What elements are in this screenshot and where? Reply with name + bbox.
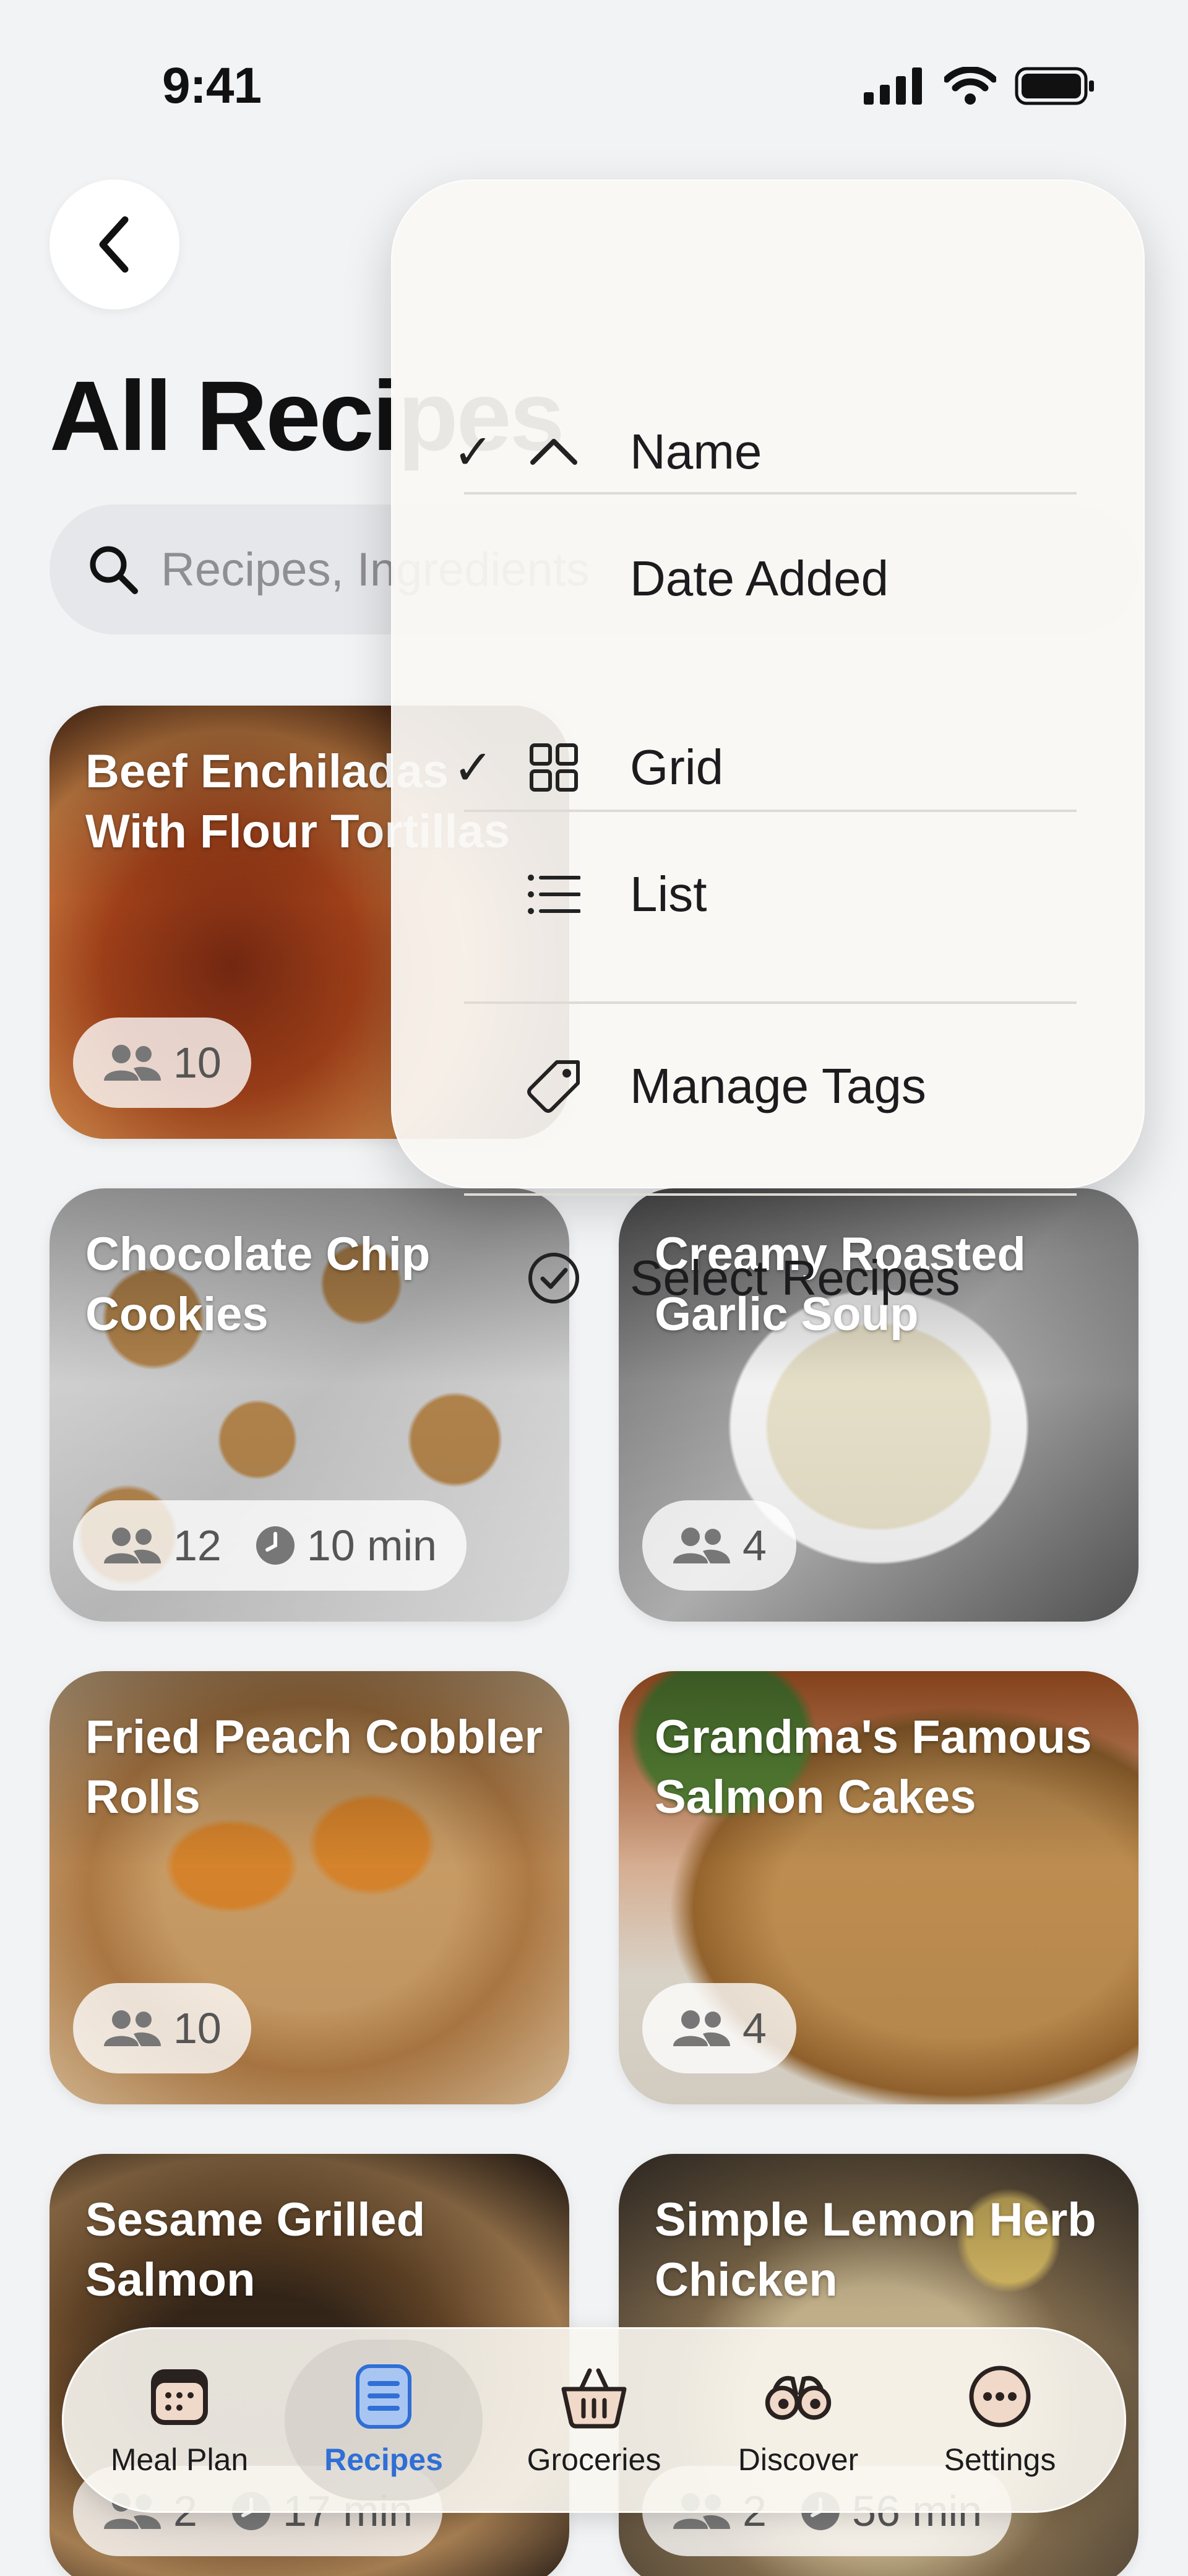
search-icon [90, 546, 138, 594]
recipe-title: Sesame Grilled Salmon [85, 2193, 426, 2307]
menu-label: Select Recipes [630, 1250, 960, 1305]
people-icon [104, 1045, 161, 1081]
tab-label: Recipes [324, 2442, 443, 2477]
options-menu: ✓ Name Date Added ✓ Grid List Manage Tag… [391, 179, 1145, 1305]
ellipsis-circle-icon [966, 2362, 1034, 2431]
binoculars-icon [764, 2362, 832, 2431]
chevron-left-icon [99, 216, 129, 273]
list-icon [526, 867, 582, 922]
tab-recipes[interactable]: Recipes [285, 2340, 483, 2500]
calendar-icon [145, 2362, 213, 2431]
menu-divider [464, 1001, 1077, 1004]
status-bar: 9:41 [0, 0, 1188, 173]
basket-icon [560, 2362, 628, 2431]
tab-meal-plan[interactable]: Meal Plan [80, 2340, 278, 2500]
cook-time: 10 min [306, 1521, 437, 1570]
tab-label: Groceries [527, 2442, 661, 2477]
menu-label: List [630, 867, 707, 922]
menu-item-select-recipes[interactable]: Select Recipes [391, 1222, 1145, 1334]
tab-bar: Meal Plan Recipes Groceries Discover Set… [62, 2327, 1126, 2513]
menu-item-view-list[interactable]: List [391, 839, 1145, 950]
people-icon [673, 2010, 730, 2046]
grid-icon [526, 740, 582, 795]
servings-count: 4 [742, 1521, 767, 1570]
servings-count: 4 [742, 2004, 767, 2052]
recipe-meta: 4 [642, 1500, 796, 1591]
menu-item-sort-date[interactable]: Date Added [391, 523, 1145, 634]
wifi-icon [944, 67, 996, 105]
chevron-up-icon [526, 424, 582, 480]
tab-label: Meal Plan [110, 2442, 249, 2477]
tab-settings[interactable]: Settings [901, 2340, 1099, 2500]
menu-divider [464, 1193, 1077, 1196]
people-icon [673, 1528, 730, 1563]
tab-groceries[interactable]: Groceries [495, 2340, 693, 2500]
recipe-card[interactable]: Grandma's Famous Salmon Cakes 4 [619, 1671, 1138, 2104]
clock-icon [256, 1526, 295, 1565]
tab-label: Discover [738, 2442, 859, 2477]
menu-label: Manage Tags [630, 1058, 926, 1113]
recipe-book-icon [350, 2362, 418, 2431]
recipe-meta: 12 10 min [73, 1500, 467, 1591]
tag-icon [526, 1058, 582, 1114]
menu-item-view-grid[interactable]: ✓ Grid [391, 712, 1145, 823]
signal-icon [864, 67, 922, 105]
recipe-title: Grandma's Famous Salmon Cakes [655, 1711, 1092, 1824]
menu-divider [464, 810, 1077, 812]
tab-label: Settings [944, 2442, 1056, 2477]
recipe-title: Fried Peach Cobbler Rolls [85, 1711, 543, 1824]
checkmark-circle-icon [526, 1250, 582, 1306]
recipe-meta: 10 [73, 1018, 251, 1108]
menu-divider [464, 492, 1077, 495]
menu-item-manage-tags[interactable]: Manage Tags [391, 1031, 1145, 1142]
menu-label: Grid [630, 740, 724, 795]
servings-count: 10 [173, 2004, 222, 2052]
people-icon [104, 1528, 161, 1563]
servings-count: 12 [173, 1521, 222, 1570]
battery-icon [1015, 67, 1094, 105]
menu-label: Date Added [630, 551, 889, 606]
status-time: 9:41 [162, 58, 262, 114]
status-icons [864, 67, 1095, 105]
checkmark-icon: ✓ [453, 740, 494, 795]
back-button[interactable] [50, 179, 179, 309]
checkmark-icon: ✓ [453, 424, 494, 479]
recipe-title: Simple Lemon Herb Chicken [655, 2193, 1096, 2307]
menu-label: Name [630, 424, 762, 479]
recipe-meta: 4 [642, 1983, 796, 2073]
servings-count: 10 [173, 1039, 222, 1087]
menu-item-sort-name[interactable]: ✓ Name [391, 396, 1145, 508]
recipe-meta: 10 [73, 1983, 251, 2073]
tab-discover[interactable]: Discover [699, 2340, 897, 2500]
people-icon [104, 2010, 161, 2046]
recipe-card[interactable]: Fried Peach Cobbler Rolls 10 [50, 1671, 569, 2104]
